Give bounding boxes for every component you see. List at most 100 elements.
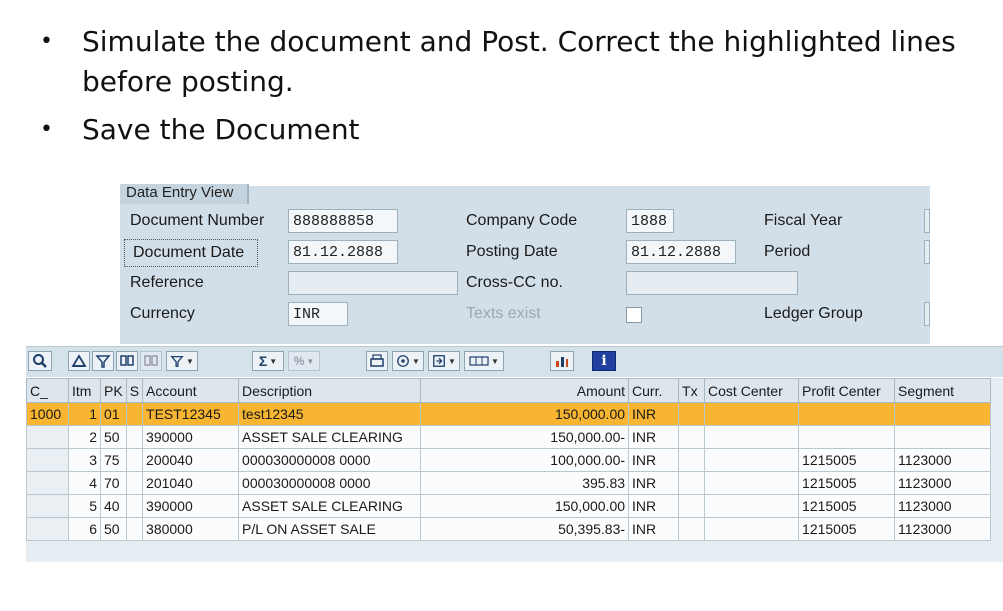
cell-s[interactable] — [125, 425, 144, 449]
cell-profit-center[interactable]: 1215005 — [798, 448, 896, 472]
table-row-highlighted[interactable]: 1000 1 01 TEST12345 test12345 150,000.00… — [26, 402, 992, 426]
cell-s[interactable] — [125, 494, 144, 518]
fiscal-year-field[interactable] — [924, 209, 930, 233]
posting-date-field[interactable]: 81.12.2888 — [626, 240, 736, 264]
cell-pk[interactable]: 70 — [100, 471, 127, 495]
col-header-company[interactable]: C_ — [26, 378, 69, 403]
cell-segment[interactable]: 1123000 — [894, 448, 992, 472]
subtotal-icon[interactable]: % ▼ — [288, 351, 320, 371]
cell-item[interactable]: 6 — [68, 517, 101, 541]
delete-row-icon[interactable] — [68, 351, 90, 371]
cell-segment[interactable] — [894, 402, 992, 426]
table-row[interactable]: 4 70 201040 000030000008 0000 395.83 INR… — [26, 471, 992, 495]
cell-description[interactable]: 000030000008 0000 — [238, 471, 422, 495]
document-number-field[interactable]: 888888858 — [288, 209, 398, 233]
cell-cost-center[interactable] — [704, 402, 800, 426]
cell-cost-center[interactable] — [704, 425, 800, 449]
print-icon[interactable] — [366, 351, 388, 371]
cell-pk[interactable]: 01 — [100, 402, 127, 426]
cell-item[interactable]: 5 — [68, 494, 101, 518]
cell-profit-center[interactable]: 1215005 — [798, 494, 896, 518]
sum-icon[interactable]: Σ ▼ — [252, 351, 284, 371]
cell-description[interactable]: P/L ON ASSET SALE — [238, 517, 422, 541]
document-date-field[interactable]: 81.12.2888 — [288, 240, 398, 264]
cell-item[interactable]: 2 — [68, 425, 101, 449]
cell-tax[interactable] — [678, 448, 706, 472]
cell-currency[interactable]: INR — [628, 517, 680, 541]
col-header-currency[interactable]: Curr. — [628, 378, 680, 403]
company-code-field[interactable]: 1888 — [626, 209, 674, 233]
cell-s[interactable] — [125, 402, 144, 426]
cell-account[interactable]: 390000 — [142, 494, 240, 518]
col-header-s[interactable]: S — [125, 378, 144, 403]
table-row[interactable]: 2 50 390000 ASSET SALE CLEARING 150,000.… — [26, 425, 992, 449]
cell-account[interactable]: 390000 — [142, 425, 240, 449]
cell-account[interactable]: 380000 — [142, 517, 240, 541]
cell-company[interactable]: 1000 — [26, 402, 69, 426]
cell-description[interactable]: ASSET SALE CLEARING — [238, 494, 422, 518]
cell-tax[interactable] — [678, 494, 706, 518]
cell-company[interactable] — [26, 471, 69, 495]
cell-pk[interactable]: 40 — [100, 494, 127, 518]
graphic-icon[interactable] — [550, 351, 574, 371]
cross-cc-field[interactable] — [626, 271, 798, 295]
cell-currency[interactable]: INR — [628, 494, 680, 518]
cell-company[interactable] — [26, 448, 69, 472]
cell-currency[interactable]: INR — [628, 425, 680, 449]
cell-account[interactable]: 200040 — [142, 448, 240, 472]
cell-pk[interactable]: 50 — [100, 425, 127, 449]
details-icon[interactable] — [28, 351, 52, 371]
cell-tax[interactable] — [678, 425, 706, 449]
tab-data-entry-view[interactable]: Data Entry View — [120, 184, 250, 204]
cell-amount[interactable]: 100,000.00- — [420, 448, 630, 472]
cell-profit-center[interactable] — [798, 425, 896, 449]
cell-profit-center[interactable]: 1215005 — [798, 517, 896, 541]
cell-account[interactable]: TEST12345 — [142, 402, 240, 426]
cell-description[interactable]: test12345 — [238, 402, 422, 426]
cell-s[interactable] — [125, 448, 144, 472]
cell-segment[interactable]: 1123000 — [894, 494, 992, 518]
col-header-item[interactable]: Itm — [68, 378, 101, 403]
cell-amount[interactable]: 50,395.83- — [420, 517, 630, 541]
table-row[interactable]: 5 40 390000 ASSET SALE CLEARING 150,000.… — [26, 494, 992, 518]
col-header-tax[interactable]: Tx — [678, 378, 706, 403]
cell-item[interactable]: 4 — [68, 471, 101, 495]
cell-tax[interactable] — [678, 517, 706, 541]
col-header-cost-center[interactable]: Cost Center — [704, 378, 800, 403]
cell-tax[interactable] — [678, 471, 706, 495]
export-icon[interactable]: ▼ — [428, 351, 460, 371]
info-icon[interactable]: i — [592, 351, 616, 371]
currency-field[interactable]: INR — [288, 302, 348, 326]
col-header-segment[interactable]: Segment — [894, 378, 992, 403]
cell-account[interactable]: 201040 — [142, 471, 240, 495]
change-layout-icon[interactable]: ▼ — [392, 351, 424, 371]
col-header-account[interactable]: Account — [142, 378, 240, 403]
cell-cost-center[interactable] — [704, 517, 800, 541]
texts-exist-checkbox[interactable] — [626, 307, 642, 323]
cell-description[interactable]: 000030000008 0000 — [238, 448, 422, 472]
cell-tax[interactable] — [678, 402, 706, 426]
cell-amount[interactable]: 150,000.00 — [420, 494, 630, 518]
col-header-description[interactable]: Description — [238, 378, 422, 403]
cell-segment[interactable]: 1123000 — [894, 471, 992, 495]
cell-s[interactable] — [125, 471, 144, 495]
cell-cost-center[interactable] — [704, 494, 800, 518]
reference-field[interactable] — [288, 271, 458, 295]
cell-segment[interactable] — [894, 425, 992, 449]
cell-description[interactable]: ASSET SALE CLEARING — [238, 425, 422, 449]
filter-icon[interactable] — [92, 351, 114, 371]
cell-company[interactable] — [26, 425, 69, 449]
cell-cost-center[interactable] — [704, 448, 800, 472]
set-filter-icon[interactable]: ▼ — [166, 351, 198, 371]
cell-profit-center[interactable]: 1215005 — [798, 471, 896, 495]
cell-company[interactable] — [26, 517, 69, 541]
col-header-pk[interactable]: PK — [100, 378, 127, 403]
cell-amount[interactable]: 150,000.00- — [420, 425, 630, 449]
cell-s[interactable] — [125, 517, 144, 541]
ledger-group-field[interactable] — [924, 302, 930, 326]
cell-pk[interactable]: 50 — [100, 517, 127, 541]
table-row[interactable]: 6 50 380000 P/L ON ASSET SALE 50,395.83-… — [26, 517, 992, 541]
find-icon[interactable] — [116, 351, 138, 371]
cell-amount[interactable]: 150,000.00 — [420, 402, 630, 426]
table-row[interactable]: 3 75 200040 000030000008 0000 100,000.00… — [26, 448, 992, 472]
